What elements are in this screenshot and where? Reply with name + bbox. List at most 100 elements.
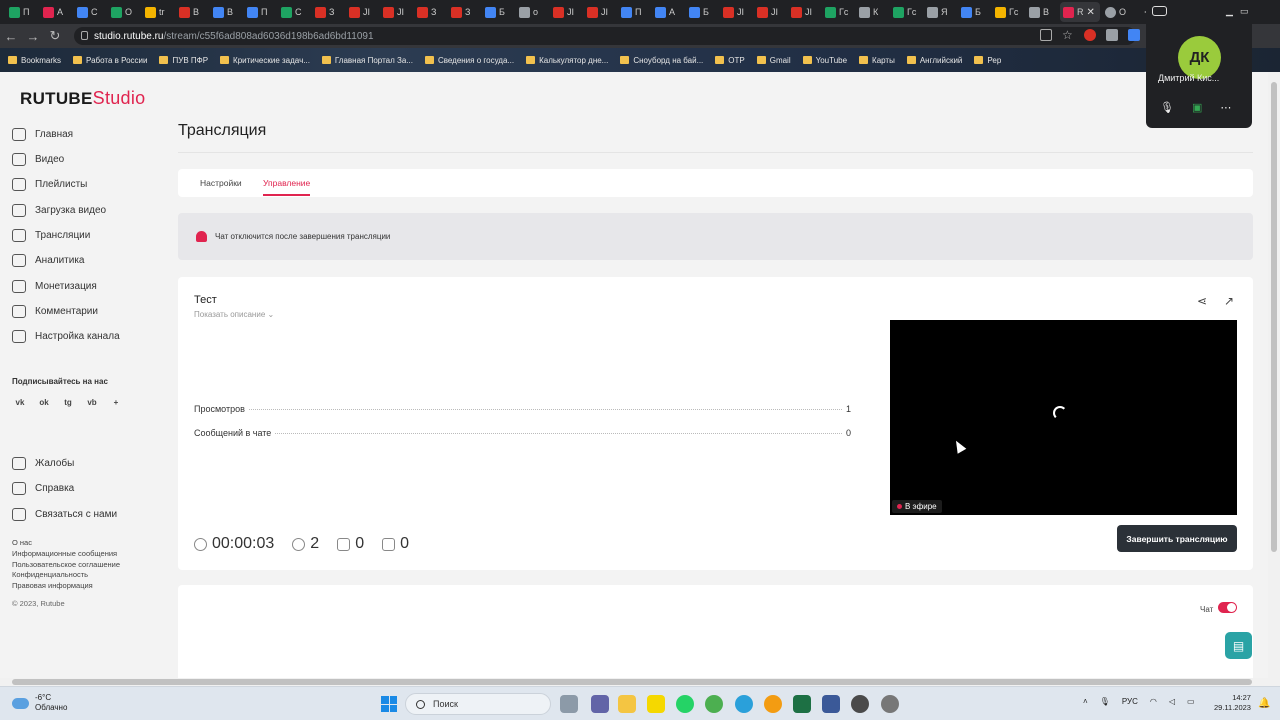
excel-icon[interactable] [793, 695, 811, 713]
browser-tab[interactable]: П [244, 2, 276, 22]
notification-icon[interactable]: 🔔 [1258, 698, 1270, 709]
end-stream-button[interactable]: Завершить трансляцию [1117, 525, 1237, 552]
sidebar-item[interactable]: Комментарии [12, 305, 98, 318]
browser-tab[interactable]: JI [346, 2, 378, 22]
app-icon[interactable] [881, 695, 899, 713]
browser-tab[interactable]: А [652, 2, 684, 22]
reload-icon[interactable]: ↻ [44, 28, 66, 44]
bookmark-item[interactable]: Английский [906, 56, 962, 65]
chevron-up-icon[interactable]: ˄ [1083, 697, 1088, 706]
browser-tab[interactable]: Я [924, 2, 956, 22]
social-tg-icon[interactable]: tg [60, 394, 76, 410]
social-vk-icon[interactable]: vk [12, 394, 28, 410]
bookmark-item[interactable]: Главная Портал За... [321, 56, 413, 65]
chrome-icon[interactable] [705, 695, 723, 713]
browser-tab[interactable]: Б [686, 2, 718, 22]
sidebar-bottom-item[interactable]: Справка [12, 482, 74, 495]
sidebar-item[interactable]: Загрузка видео [12, 204, 106, 217]
clock[interactable]: 14:27 29.11.2023 [1214, 693, 1251, 713]
footer-link[interactable]: Информационные сообщения [12, 549, 120, 560]
bookmark-item[interactable]: Сноуборд на бай... [620, 56, 703, 65]
browser-tab[interactable]: tr [142, 2, 174, 22]
mic-icon[interactable]: 🎙 [1160, 101, 1174, 114]
bookmark-item[interactable]: Рер [974, 56, 1001, 65]
chat-toggle[interactable] [1218, 602, 1237, 613]
footer-link[interactable]: Пользовательское соглашение [12, 560, 120, 571]
browser-tab[interactable]: о [516, 2, 548, 22]
explorer-icon[interactable] [618, 695, 636, 713]
bookmark-item[interactable]: Калькулятор дне... [526, 56, 608, 65]
social-ok-icon[interactable]: ok [36, 394, 52, 410]
vertical-scrollbar[interactable] [1268, 72, 1280, 678]
footer-link[interactable]: Правовая информация [12, 581, 120, 592]
browser-tab[interactable]: П [6, 2, 38, 22]
browser-tab[interactable]: К [856, 2, 888, 22]
whatsapp-icon[interactable] [676, 695, 694, 713]
extension-icon[interactable] [1106, 29, 1118, 41]
notes-icon[interactable] [647, 695, 665, 713]
sidebar-bottom-item[interactable]: Жалобы [12, 457, 74, 470]
battery-icon[interactable]: ▭ [1187, 697, 1195, 706]
browser-tab[interactable]: З [312, 2, 344, 22]
horizontal-scrollbar[interactable] [0, 678, 1280, 686]
browser-tab[interactable]: JI [550, 2, 582, 22]
sidebar-item[interactable]: Плейлисты [12, 178, 87, 191]
browser-tab[interactable]: С [278, 2, 310, 22]
bookmark-item[interactable]: Gmail [756, 56, 791, 65]
volume-icon[interactable]: ◁ [1169, 697, 1175, 706]
browser-tab[interactable]: Гс [992, 2, 1024, 22]
wifi-icon[interactable]: ◠ [1150, 697, 1157, 706]
browser-tab[interactable]: О [1102, 2, 1134, 22]
browser-tab-active[interactable]: R ✕ [1060, 2, 1100, 22]
sidebar-bottom-item[interactable]: Связаться с нами [12, 508, 117, 521]
browser-tab[interactable]: З [414, 2, 446, 22]
sidebar-item[interactable]: Трансляции [12, 229, 90, 242]
browser-tab[interactable]: В [1026, 2, 1058, 22]
external-link-icon[interactable]: ↗ [1222, 294, 1236, 308]
sidebar-item[interactable]: Монетизация [12, 280, 97, 293]
start-button[interactable] [381, 696, 397, 712]
browser-tab[interactable]: Гс [890, 2, 922, 22]
tab-settings[interactable]: Настройки [200, 178, 242, 188]
browser-tab[interactable]: Гс [822, 2, 854, 22]
share-page-icon[interactable] [1040, 29, 1052, 41]
mic-icon[interactable]: 🎙 [1100, 697, 1110, 706]
bookmark-item[interactable]: ПУВ ПФР [159, 56, 208, 65]
browser-tab[interactable]: О [108, 2, 140, 22]
browser-tab[interactable]: Б [958, 2, 990, 22]
bookmark-item[interactable]: YouTube [802, 56, 847, 65]
close-tab-icon[interactable]: ✕ [1087, 7, 1095, 18]
rutube-studio-logo[interactable]: RUTUBEStudio [20, 88, 145, 109]
present-icon[interactable]: ▣ [1192, 101, 1202, 114]
browser-tab[interactable]: JI [788, 2, 820, 22]
browser-tab[interactable]: JI [720, 2, 752, 22]
footer-link[interactable]: О нас [12, 538, 120, 549]
browser-tab[interactable]: JI [584, 2, 616, 22]
bookmark-item[interactable]: Критические задач... [220, 56, 310, 65]
extension-icon[interactable] [1128, 29, 1140, 41]
yandex-icon[interactable] [764, 695, 782, 713]
chat-open-button[interactable]: ▤ [1225, 632, 1252, 659]
browser-tab[interactable]: П [618, 2, 650, 22]
browser-tab[interactable]: З [448, 2, 480, 22]
bookmark-item[interactable]: Сведения о госуда... [424, 56, 514, 65]
more-icon[interactable]: ⋯ [1220, 101, 1231, 114]
browser-tab[interactable]: JI [380, 2, 412, 22]
browser-tab[interactable]: JI [754, 2, 786, 22]
forward-icon[interactable]: → [22, 29, 44, 44]
bookmark-item[interactable]: Работа в России [73, 56, 147, 65]
browser-tab[interactable]: Б [482, 2, 514, 22]
video-player[interactable]: В эфире [890, 320, 1237, 515]
share-icon[interactable]: ⋖ [1195, 294, 1209, 308]
show-description-link[interactable]: Показать описание ⌄ [194, 310, 274, 319]
app-icon[interactable] [822, 695, 840, 713]
browser-tab[interactable]: С [74, 2, 106, 22]
task-view-icon[interactable] [560, 695, 578, 713]
social-+-icon[interactable]: + [108, 394, 124, 410]
back-icon[interactable]: ← [0, 29, 22, 44]
browser-tab[interactable]: В [176, 2, 208, 22]
minimize-icon[interactable]: ▁ [1226, 6, 1233, 17]
bookmark-item[interactable]: Bookmarks [8, 56, 61, 65]
browser-tab[interactable]: А [40, 2, 72, 22]
extension-icon[interactable] [1084, 29, 1096, 41]
